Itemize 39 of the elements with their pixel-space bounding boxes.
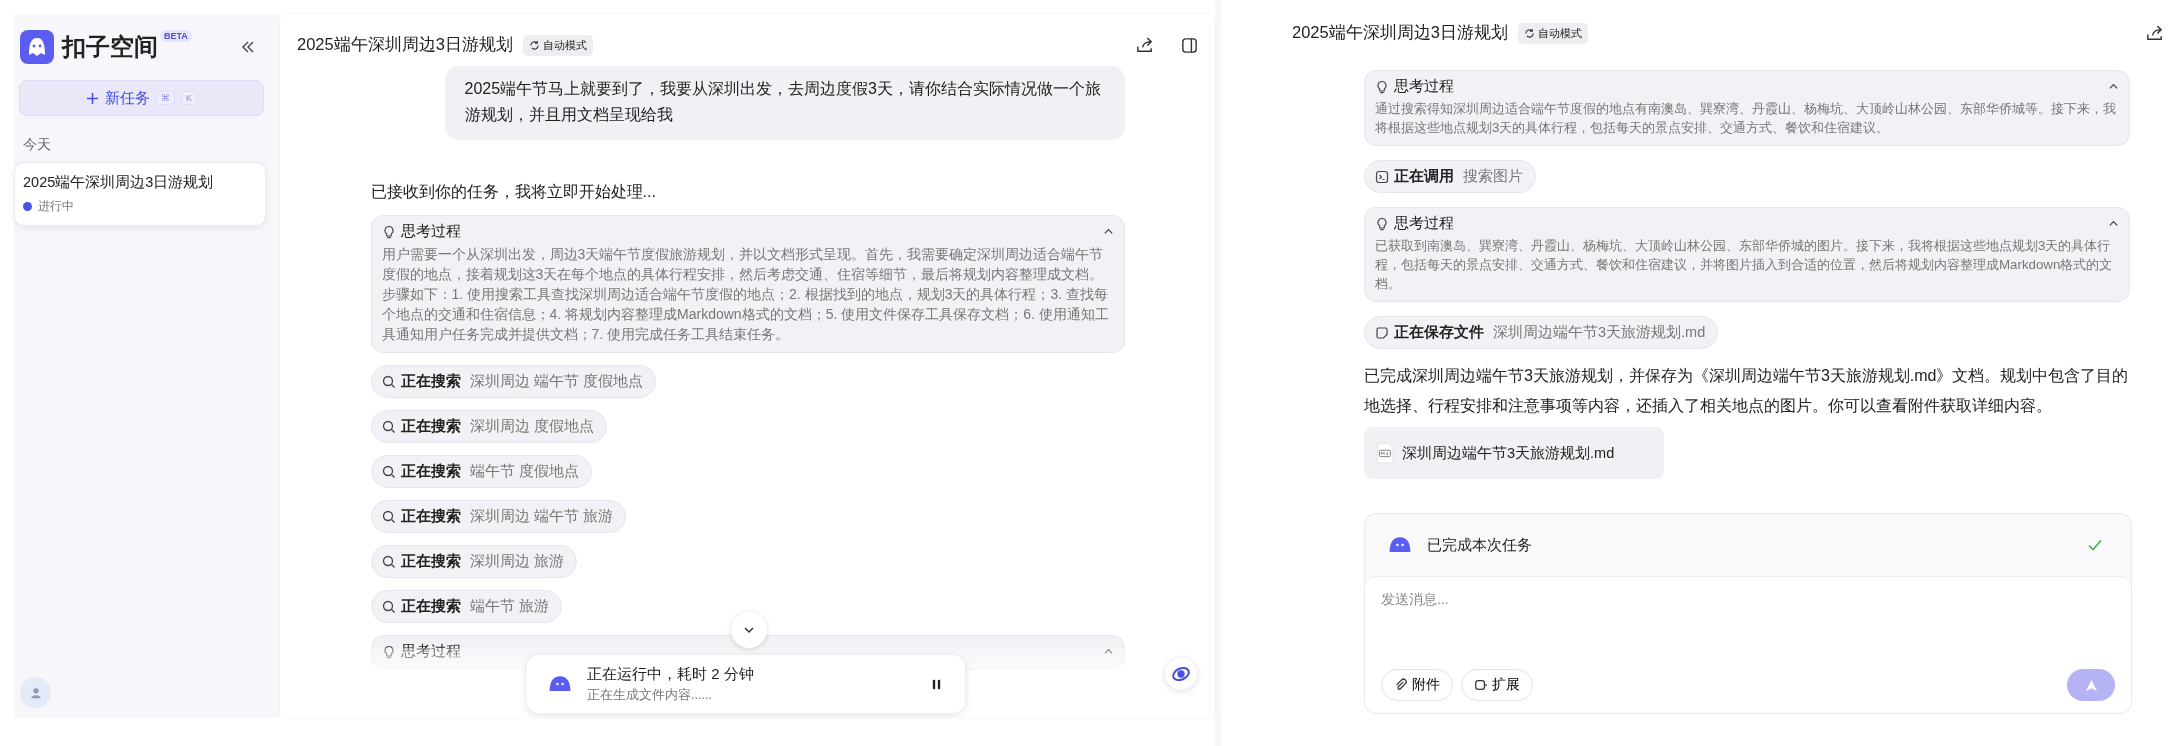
chat-title: 2025端午深圳周边3日游规划 bbox=[297, 34, 513, 55]
section-label: 今天 bbox=[23, 136, 52, 154]
step-chip[interactable]: 正在搜索 端午节 度假地点 bbox=[370, 455, 592, 488]
step-chip[interactable]: 正在搜索 深圳周边 度假地点 bbox=[370, 410, 607, 443]
step-chip[interactable]: 正在搜索 深圳周边 端午节 旅游 bbox=[370, 500, 626, 533]
task-status: 进行中 bbox=[38, 198, 74, 215]
step-chip[interactable]: 正在保存文件 深圳周边端午节3天旅游规划.md bbox=[1364, 316, 1719, 349]
step-chip[interactable]: 正在搜索 端午节 旅游 bbox=[370, 590, 562, 623]
status-subtitle: 正在生成文件内容...... bbox=[587, 686, 713, 704]
shortcut-key: K bbox=[181, 91, 197, 105]
thinking-label: 思考过程 bbox=[400, 222, 461, 241]
attach-button[interactable]: 附件 bbox=[1381, 669, 1453, 701]
app-name: 扣子空间 bbox=[62, 32, 158, 62]
thinking-label: 思考过程 bbox=[1394, 77, 1454, 96]
mode-badge[interactable]: 自动模式 bbox=[522, 34, 593, 56]
user-message: 2025端午节马上就要到了，我要从深圳出发，去周边度假3天，请你结合实际情况做一个旅游规划，并且用文档呈现给我 bbox=[444, 66, 1125, 140]
message-input[interactable]: 发送消息... 附件 扩展 bbox=[1365, 576, 2131, 713]
new-task-button[interactable]: 新任务 ⌘ K bbox=[19, 80, 264, 116]
beta-badge: BETA bbox=[160, 30, 192, 42]
task-status: 已完成本次任务 bbox=[1427, 535, 1532, 555]
assistant-reply: 已接收到你的任务，我将立即开始处理... bbox=[370, 182, 656, 202]
step-chip[interactable]: 正在搜索 深圳周边 旅游 bbox=[370, 545, 577, 578]
step-chip[interactable]: 正在搜索 深圳周边 端午节 度假地点 bbox=[370, 365, 656, 398]
thinking-card[interactable]: 思考过程 已获取到南澳岛、巽寮湾、丹霞山、杨梅坑、大顶岭山林公园、东部华侨城的图片。接下来，我将根据这些地点规划3天的具体行程，包括每天的景点安排、交通方式、餐饮和住宿建议，并将图片插入到合适的位置，然后将规划内容整理成Markdown格式的文档。 bbox=[1364, 207, 2130, 302]
attachment-card[interactable]: 深圳周边端午节3天旅游规划.md bbox=[1364, 427, 1664, 479]
task-title: 2025端午深圳周边3日游规划 bbox=[23, 173, 215, 192]
thinking-label: 思考过程 bbox=[1394, 214, 1454, 233]
thinking-text: 已获取到南澳岛、巽寮湾、丹霞山、杨梅坑、大顶岭山林公园、东部华侨城的图片。接下来，我将根据这些地点规划3天的具体行程，包括每天的景点安排、交通方式、餐饮和住宿建议，并将图片插入到合适的位置，然后将规划内容整理成Markdown格式的文档。 bbox=[1375, 237, 2114, 293]
extend-button[interactable]: 扩展 bbox=[1461, 669, 1533, 701]
thinking-card[interactable]: 思考过程 通过搜索得知深圳周边适合端午节度假的地点有南澳岛、巽寮湾、丹霞山、杨梅坑、大顶岭山林公园、东部华侨城等。接下来，我将根据这些地点规划3天的具体行程，包括每天的景点安排、交通方式、餐饮和住宿建议。 bbox=[1364, 70, 2130, 146]
thinking-text: 通过搜索得知深圳周边适合端午节度假的地点有南澳岛、巽寮湾、丹霞山、杨梅坑、大顶岭山林公园、东部华侨城等。接下来，我将根据这些地点规划3天的具体行程，包括每天的景点安排、交通方式、餐饮和住宿建议。 bbox=[1375, 100, 2117, 137]
step-chip[interactable]: 正在调用 搜索图片 bbox=[1364, 160, 1536, 193]
task-item[interactable]: 2025端午深圳周边3日游规划 进行中 bbox=[14, 162, 266, 226]
thinking-text: 用户需要一个从深圳出发，周边3天端午节度假旅游规划，并以文档形式呈现。首先，我需要确定深圳周边适合端午节度假的地点，接着规划这3天在每个地点的具体行程安排，然后考虑交通、住宿等细节，最后将规划内容整理成文档。步骤如下：1. 使用搜索工具查找深圳周边适合端午节度假的地点；2. 根据找到的地点，规划3天的具体行程；3. 查找每个地点的交通和住宿信息；4. 将规划内容整理成Markdown格式的文档；5. 使用文件保存工具保存文档；6. 使用通知工具通知用户任务完成并提供文档；7. 使用完成任务工具结束任务。 bbox=[381, 245, 1110, 344]
summary-text: 已完成深圳周边端午节3天旅游规划，并保存为《深圳周边端午节3天旅游规划.md》文档。规划中包含了目的地选择、行程安排和注意事项等内容，还插入了相关地点的图片。你可以查看附件获取详细内容。 bbox=[1364, 366, 2130, 416]
shortcut-key: ⌘ bbox=[156, 91, 175, 105]
thinking-label: 思考过程 bbox=[400, 642, 461, 661]
chat-title: 2025端午深圳周边3日游规划 bbox=[1292, 22, 1508, 43]
mode-badge[interactable]: 自动模式 bbox=[1517, 22, 1588, 44]
